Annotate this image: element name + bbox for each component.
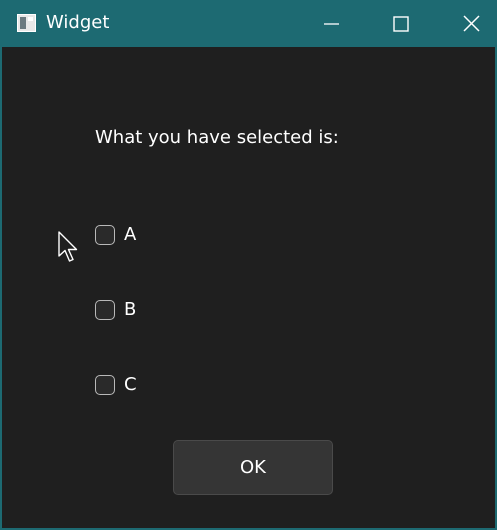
checkbox-option-b[interactable]: B bbox=[95, 297, 136, 323]
ok-button[interactable]: OK bbox=[173, 440, 333, 495]
checkbox-option-a[interactable]: A bbox=[95, 222, 136, 248]
app-window-icon bbox=[17, 14, 36, 32]
app-window: Widget What you have selected is: A B C … bbox=[0, 0, 497, 530]
close-button[interactable] bbox=[448, 0, 494, 47]
minimize-icon bbox=[324, 23, 339, 25]
close-icon bbox=[463, 15, 480, 32]
checkbox-box-b[interactable] bbox=[95, 300, 115, 320]
minimize-button[interactable] bbox=[308, 0, 354, 47]
title-bar[interactable]: Widget bbox=[2, 0, 497, 47]
checkbox-option-c[interactable]: C bbox=[95, 372, 137, 398]
maximize-icon bbox=[393, 16, 409, 32]
selection-prompt: What you have selected is: bbox=[95, 127, 339, 148]
checkbox-label-c[interactable]: C bbox=[124, 374, 137, 396]
dialog-content: What you have selected is: A B C OK bbox=[2, 47, 497, 530]
checkbox-label-a[interactable]: A bbox=[124, 224, 136, 246]
checkbox-box-a[interactable] bbox=[95, 225, 115, 245]
checkbox-label-b[interactable]: B bbox=[124, 299, 136, 321]
maximize-button[interactable] bbox=[378, 0, 424, 47]
mouse-pointer-icon bbox=[58, 231, 80, 263]
window-title: Widget bbox=[46, 12, 110, 33]
checkbox-box-c[interactable] bbox=[95, 375, 115, 395]
